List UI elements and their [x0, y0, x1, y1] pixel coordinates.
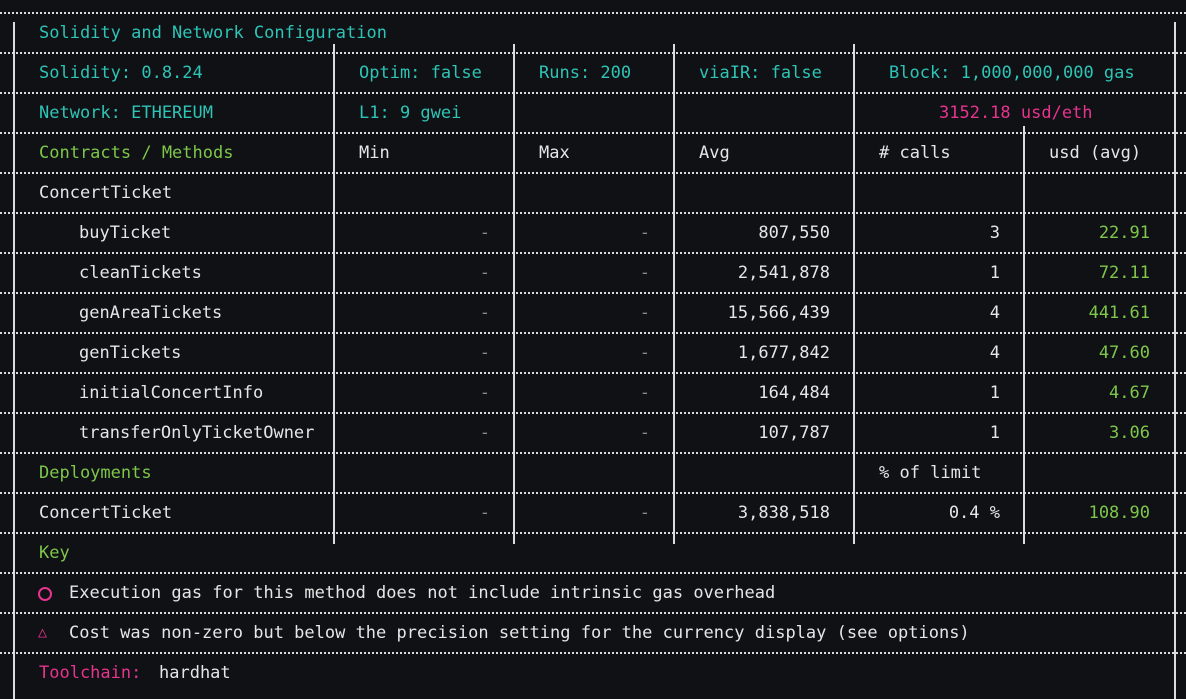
key-item-text: Cost was non-zero but below the precisio… [69, 623, 970, 643]
column-header-max: Max [539, 143, 570, 163]
deployment-row: ConcertTicket - - 3,838,518 0.4 % 108.90 [0, 493, 1186, 533]
usd-value: 22.91 [1098, 223, 1150, 243]
key-item: △ Cost was non-zero but below the precis… [0, 613, 1186, 653]
usd-value: 3.06 [1109, 423, 1150, 443]
column-header-calls: # calls [879, 143, 951, 163]
page-title: Solidity and Network Configuration [39, 23, 387, 43]
deployments-label: Deployments [39, 463, 152, 483]
network-name: Network: ETHEREUM [39, 103, 213, 123]
toolchain-value: hardhat [159, 663, 231, 683]
key-item: Execution gas for this method does not i… [0, 573, 1186, 613]
method-name: buyTicket [79, 223, 172, 243]
method-name: initialConcertInfo [79, 383, 264, 403]
limit-header: % of limit [879, 463, 982, 483]
min-value: - [479, 383, 490, 403]
eth-price: 3152.18 usd/eth [939, 103, 1093, 123]
usd-value: 108.90 [1088, 503, 1150, 523]
triangle-icon: △ [38, 623, 48, 641]
deployment-name: ConcertTicket [39, 503, 173, 523]
usd-value: 441.61 [1088, 303, 1150, 323]
calls-value: 1 [989, 423, 1000, 443]
avg-value: 15,566,439 [727, 303, 830, 323]
key-item-text: Execution gas for this method does not i… [69, 583, 776, 603]
table-row: genTickets - - 1,677,842 4 47.60 [0, 333, 1186, 373]
max-value: - [639, 383, 650, 403]
min-value: - [479, 303, 490, 323]
calls-value: 4 [989, 343, 1000, 363]
usd-value: 47.60 [1098, 343, 1150, 363]
avg-value: 164,484 [758, 383, 830, 403]
config-row: Solidity: 0.8.24 Optim: false Runs: 200 … [0, 53, 1186, 93]
max-value: - [639, 503, 650, 523]
runs-setting: Runs: 200 [539, 63, 632, 83]
block-gas-limit: Block: 1,000,000,000 gas [889, 63, 1135, 83]
column-header-usd: usd (avg) [1049, 143, 1142, 163]
min-value: - [479, 263, 490, 283]
max-value: - [639, 423, 650, 443]
table-row: cleanTickets - - 2,541,878 1 72.11 [0, 253, 1186, 293]
toolchain-label: Toolchain: [39, 663, 142, 683]
key-row: Key [0, 533, 1186, 573]
contract-name: ConcertTicket [39, 183, 173, 203]
method-name: cleanTickets [79, 263, 202, 283]
method-name: genAreaTickets [79, 303, 223, 323]
key-label: Key [39, 543, 70, 563]
column-header-min: Min [359, 143, 390, 163]
calls-value: 3 [989, 223, 1000, 243]
calls-value: 4 [989, 303, 1000, 323]
l1-gas-price: L1: 9 gwei [359, 103, 462, 123]
table-row: initialConcertInfo - - 164,484 1 4.67 [0, 373, 1186, 413]
via-ir-setting: viaIR: false [699, 63, 822, 83]
column-header-methods: Contracts / Methods [39, 143, 234, 163]
gas-report-table: Solidity and Network Configuration Solid… [0, 0, 1186, 699]
table-header: Contracts / Methods Min Max Avg # calls … [0, 133, 1186, 173]
max-value: - [639, 303, 650, 323]
circle-icon [38, 587, 52, 601]
solidity-version: Solidity: 0.8.24 [39, 63, 203, 83]
limit-value: 0.4 % [948, 503, 1000, 523]
max-value: - [639, 263, 650, 283]
table-row: buyTicket - - 807,550 3 22.91 [0, 213, 1186, 253]
min-value: - [479, 423, 490, 443]
method-name: transferOnlyTicketOwner [79, 423, 315, 443]
avg-value: 2,541,878 [737, 263, 830, 283]
max-value: - [639, 223, 650, 243]
title-row: Solidity and Network Configuration [0, 13, 1186, 53]
usd-value: 72.11 [1098, 263, 1150, 283]
toolchain-row: Toolchain: hardhat [0, 653, 1186, 693]
avg-value: 1,677,842 [737, 343, 830, 363]
table-row: transferOnlyTicketOwner - - 107,787 1 3.… [0, 413, 1186, 453]
avg-value: 107,787 [758, 423, 830, 443]
avg-value: 3,838,518 [737, 503, 830, 523]
method-name: genTickets [79, 343, 182, 363]
calls-value: 1 [989, 383, 1000, 403]
contract-row: ConcertTicket [0, 173, 1186, 213]
max-value: - [639, 343, 650, 363]
table-row: genAreaTickets - - 15,566,439 4 441.61 [0, 293, 1186, 333]
min-value: - [479, 343, 490, 363]
usd-value: 4.67 [1109, 383, 1150, 403]
column-header-avg: Avg [699, 143, 730, 163]
calls-value: 1 [989, 263, 1000, 283]
min-value: - [479, 503, 490, 523]
avg-value: 807,550 [758, 223, 830, 243]
deployments-header: Deployments % of limit [0, 453, 1186, 493]
min-value: - [479, 223, 490, 243]
optimizer-setting: Optim: false [359, 63, 482, 83]
network-row: Network: ETHEREUM L1: 9 gwei 3152.18 usd… [0, 93, 1186, 133]
